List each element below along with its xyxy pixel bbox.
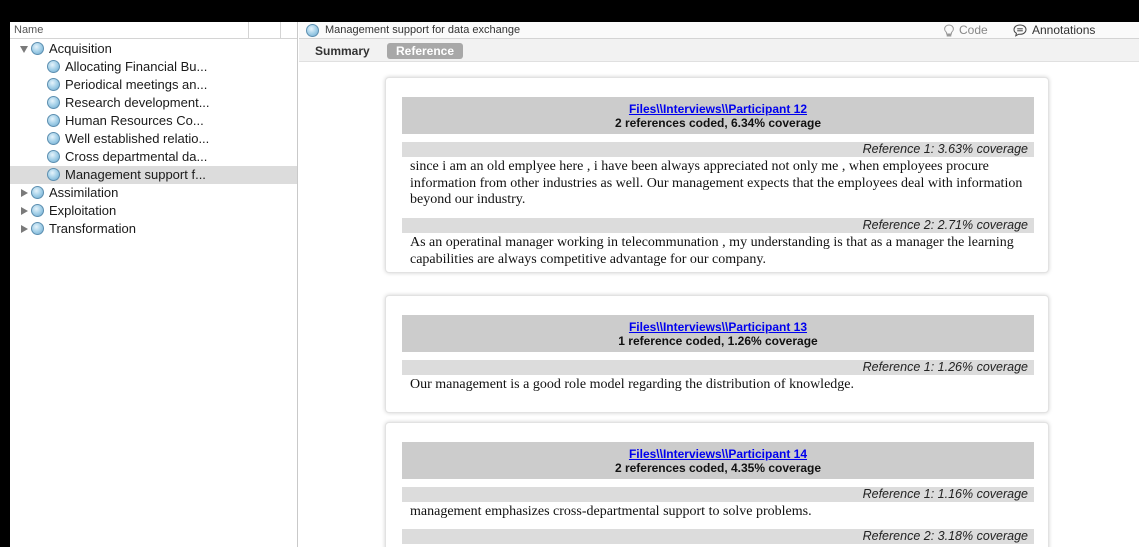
detail-pane: Management support for data exchange Cod… — [299, 22, 1139, 547]
reference-text[interactable]: since i am an old emplyee here , i have … — [410, 159, 1050, 209]
source-header: Files\\Interviews\\Participant 12 2 refe… — [402, 97, 1034, 134]
source-card: Files\\Interviews\\Participant 12 2 refe… — [385, 77, 1049, 273]
source-coverage-summary: 1 reference coded, 1.26% coverage — [618, 334, 818, 348]
reference-content: Files\\Interviews\\Participant 12 2 refe… — [299, 63, 1139, 547]
tree-node-human-resources[interactable]: Human Resources Co... — [10, 112, 297, 130]
tree-node-label: Allocating Financial Bu... — [65, 59, 208, 74]
source-file-link[interactable]: Files\\Interviews\\Participant 12 — [402, 102, 1034, 116]
column-divider — [248, 22, 249, 39]
tree-node-label: Periodical meetings an... — [65, 77, 208, 92]
disclosure-collapsed-icon[interactable] — [21, 189, 28, 197]
tab-reference[interactable]: Reference — [387, 43, 464, 59]
column-divider — [280, 22, 281, 39]
disclosure-expanded-icon[interactable] — [20, 46, 28, 53]
reference-text[interactable]: As an operatinal manager working in tele… — [410, 235, 1050, 268]
tree-node-exploitation[interactable]: Exploitation — [10, 202, 297, 220]
code-node-icon — [31, 222, 44, 235]
code-node-icon — [31, 204, 44, 217]
code-node-icon — [31, 186, 44, 199]
code-node-icon — [47, 78, 60, 91]
code-node-icon — [31, 42, 44, 55]
source-file-link[interactable]: Files\\Interviews\\Participant 13 — [402, 320, 1034, 334]
reference-text[interactable]: management emphasizes cross-departmental… — [410, 504, 1050, 521]
source-coverage-summary: 2 references coded, 4.35% coverage — [614, 461, 822, 475]
detail-title: Management support for data exchange — [325, 24, 521, 36]
tree-node-label: Research development... — [65, 95, 210, 110]
code-node-icon — [47, 132, 60, 145]
code-button-label: Code — [959, 23, 988, 37]
name-column-label: Name — [14, 24, 44, 36]
detail-header: Management support for data exchange Cod… — [299, 22, 1139, 39]
tree-node-label: Acquisition — [49, 41, 112, 56]
tab-summary[interactable]: Summary — [315, 44, 370, 58]
speech-bubble-icon — [1013, 23, 1027, 37]
tree-node-label: Transformation — [49, 221, 136, 236]
code-node-icon — [47, 96, 60, 109]
tree-node-research-development[interactable]: Research development... — [10, 94, 297, 112]
tree-node-periodical-meetings[interactable]: Periodical meetings an... — [10, 76, 297, 94]
code-node-icon — [47, 114, 60, 127]
app-window: Name Acquisition Allocating Financial Bu… — [10, 22, 1139, 547]
source-card: Files\\Interviews\\Participant 13 1 refe… — [385, 295, 1049, 413]
view-tabs: Summary Reference — [299, 39, 1139, 62]
lightbulb-icon — [944, 23, 954, 36]
node-tree-pane: Name Acquisition Allocating Financial Bu… — [10, 22, 298, 547]
tree-node-label: Cross departmental da... — [65, 149, 208, 164]
tree-node-well-established[interactable]: Well established relatio... — [10, 130, 297, 148]
source-coverage-summary: 2 references coded, 6.34% coverage — [614, 116, 822, 130]
tree-node-label: Management support f... — [65, 167, 206, 182]
reference-header: Reference 1: 3.63% coverage — [402, 142, 1034, 157]
source-card: Files\\Interviews\\Participant 14 2 refe… — [385, 422, 1049, 547]
code-node-icon — [47, 150, 60, 163]
disclosure-collapsed-icon[interactable] — [21, 207, 28, 215]
tree-node-transformation[interactable]: Transformation — [10, 220, 297, 238]
code-node-icon — [47, 60, 60, 73]
tree-column-header[interactable]: Name — [10, 22, 297, 39]
annotations-button[interactable]: Annotations — [1013, 23, 1095, 37]
tree-node-label: Well established relatio... — [65, 131, 210, 146]
tree-node-label: Exploitation — [49, 203, 117, 218]
tree-node-label: Human Resources Co... — [65, 113, 204, 128]
source-header: Files\\Interviews\\Participant 14 2 refe… — [402, 442, 1034, 479]
tree-node-label: Assimilation — [49, 185, 119, 200]
reference-text[interactable]: Our management is a good role model rega… — [410, 377, 1050, 394]
tree-node-cross-departmental[interactable]: Cross departmental da... — [10, 148, 297, 166]
tree-node-assimilation[interactable]: Assimilation — [10, 184, 297, 202]
reference-header: Reference 2: 3.18% coverage — [402, 529, 1034, 544]
tree-node-acquisition[interactable]: Acquisition — [10, 40, 297, 58]
reference-header: Reference 1: 1.16% coverage — [402, 487, 1034, 502]
code-node-icon — [306, 24, 319, 37]
code-node-icon — [47, 168, 60, 181]
tree-node-allocating-financial[interactable]: Allocating Financial Bu... — [10, 58, 297, 76]
source-file-link[interactable]: Files\\Interviews\\Participant 14 — [402, 447, 1034, 461]
reference-header: Reference 1: 1.26% coverage — [402, 360, 1034, 375]
tree-node-management-support[interactable]: Management support f... — [10, 166, 297, 184]
source-header: Files\\Interviews\\Participant 13 1 refe… — [402, 315, 1034, 352]
reference-header: Reference 2: 2.71% coverage — [402, 218, 1034, 233]
code-button[interactable]: Code — [943, 23, 988, 37]
disclosure-collapsed-icon[interactable] — [21, 225, 28, 233]
annotations-button-label: Annotations — [1032, 23, 1096, 37]
